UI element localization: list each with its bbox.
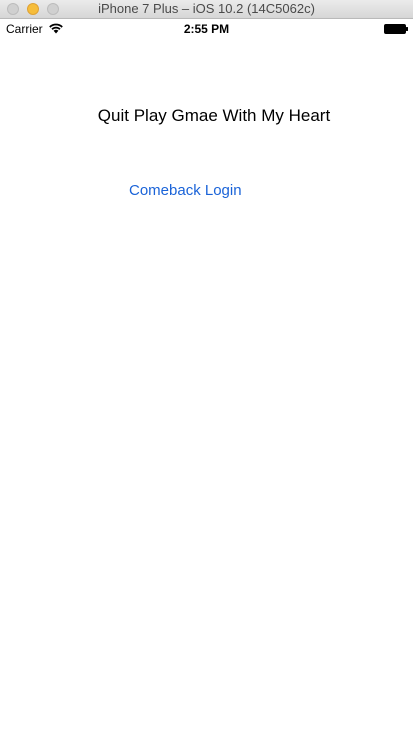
- quit-message-label: Quit Play Gmae With My Heart: [97, 106, 331, 125]
- simulator-window: iPhone 7 Plus – iOS 10.2 (14C5062c) Carr…: [0, 0, 413, 742]
- comeback-login-button[interactable]: Comeback Login: [129, 182, 242, 200]
- window-title: iPhone 7 Plus – iOS 10.2 (14C5062c): [98, 1, 315, 16]
- battery-icon: [384, 24, 408, 34]
- status-bar: Carrier 2:55 PM: [0, 19, 413, 39]
- window-titlebar: iPhone 7 Plus – iOS 10.2 (14C5062c): [0, 0, 413, 19]
- status-time: 2:55 PM: [183, 22, 230, 36]
